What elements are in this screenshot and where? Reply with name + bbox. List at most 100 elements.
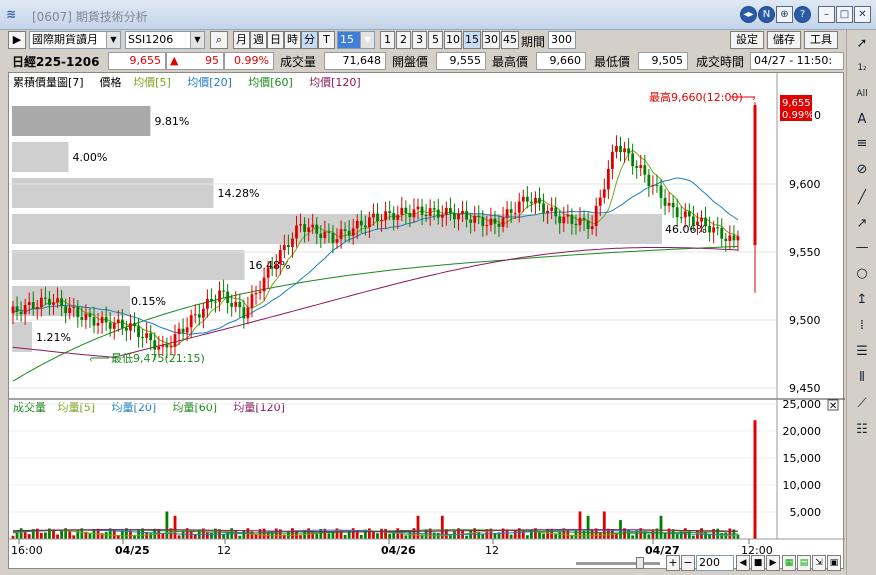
candle-body bbox=[461, 210, 464, 214]
pin-icon[interactable]: ↥ bbox=[851, 290, 873, 310]
bars-icon[interactable]: ⦀ bbox=[851, 368, 873, 388]
volume-profile-bar bbox=[12, 142, 69, 172]
link-icon[interactable]: ⊕ bbox=[776, 6, 793, 23]
multiplier-2-button[interactable]: 2 bbox=[396, 31, 411, 49]
candle-body bbox=[181, 328, 185, 333]
volume-profile-label: 46.06% bbox=[665, 223, 707, 236]
period-hour-button[interactable]: 時 bbox=[284, 31, 301, 49]
multiplier-10-button[interactable]: 10 bbox=[444, 31, 462, 49]
zoom-input[interactable]: 200 bbox=[696, 555, 734, 571]
volume-bar bbox=[19, 528, 23, 539]
volume-bar bbox=[210, 532, 213, 539]
period-day-button[interactable]: 日 bbox=[267, 31, 284, 49]
all-tool-icon[interactable]: All bbox=[851, 84, 873, 104]
cursor-icon[interactable]: ➚ bbox=[851, 34, 873, 54]
chevron-down-icon: ▼ bbox=[106, 32, 120, 48]
candle-body bbox=[708, 226, 711, 233]
exchange-select[interactable]: 國際期貨讀月 ▼ bbox=[29, 31, 121, 49]
scroll-track[interactable] bbox=[576, 562, 660, 565]
candle-body bbox=[525, 196, 529, 202]
list-icon[interactable]: ☷ bbox=[851, 420, 873, 440]
prev-next-icon[interactable]: ◂▸ bbox=[740, 6, 757, 23]
period-tick-button[interactable]: T bbox=[318, 31, 335, 49]
volume-bar bbox=[291, 528, 294, 539]
line-tool-icon[interactable]: ╱ bbox=[851, 188, 873, 208]
candle-body bbox=[92, 317, 96, 326]
candle-body bbox=[517, 201, 521, 213]
tools-button[interactable]: 工具 bbox=[804, 31, 838, 49]
candle-body bbox=[440, 214, 444, 218]
square-icon[interactable]: ■ bbox=[751, 555, 765, 571]
ray-tool-icon[interactable]: ↗ bbox=[851, 214, 873, 234]
candle-body bbox=[530, 201, 533, 204]
help-icon[interactable]: ? bbox=[794, 6, 811, 23]
volume-bar bbox=[663, 532, 667, 539]
volume-bars bbox=[11, 420, 757, 539]
layout-icon[interactable]: ▤ bbox=[797, 555, 811, 571]
volume-bar bbox=[704, 531, 707, 539]
candle-body bbox=[84, 313, 88, 320]
zoom-out-icon[interactable]: − bbox=[681, 555, 695, 571]
scroll-thumb[interactable] bbox=[636, 557, 644, 569]
paint-icon[interactable]: ⊘ bbox=[851, 160, 873, 180]
levels-icon[interactable]: ☰ bbox=[851, 342, 873, 362]
period-week-button[interactable]: 週 bbox=[250, 31, 267, 49]
symbol-input[interactable]: SSI1206 ▼ bbox=[125, 31, 205, 49]
scroll-left-icon[interactable]: ◀ bbox=[736, 555, 750, 571]
maximize-icon[interactable]: □ bbox=[836, 6, 853, 23]
news-icon[interactable]: N bbox=[758, 6, 775, 23]
picture-icon[interactable]: ▣ bbox=[827, 555, 841, 571]
export-icon[interactable]: ⇲ bbox=[812, 555, 826, 571]
candle-body bbox=[153, 340, 157, 350]
period-month-button[interactable]: 月 bbox=[233, 31, 250, 49]
volume-bar bbox=[404, 535, 408, 539]
volume-bar bbox=[753, 420, 757, 539]
close-icon[interactable]: ✕ bbox=[854, 6, 871, 23]
candle-body bbox=[574, 223, 578, 226]
fan-icon[interactable]: ⟋ bbox=[851, 394, 873, 414]
candle-body bbox=[339, 229, 343, 240]
candle-body bbox=[173, 334, 177, 347]
grid-icon[interactable]: ▦ bbox=[782, 555, 796, 571]
candle-body bbox=[68, 307, 72, 314]
period-minute-button[interactable]: 分 bbox=[301, 31, 318, 49]
search-icon[interactable]: ⌕ bbox=[210, 31, 228, 49]
multiplier-5-button[interactable]: 5 bbox=[428, 31, 443, 49]
multiplier-1-button[interactable]: 1 bbox=[380, 31, 395, 49]
hlines-icon[interactable]: ≡ bbox=[851, 134, 873, 154]
candle-body bbox=[258, 291, 262, 293]
minimize-icon[interactable]: – bbox=[818, 6, 835, 23]
scroll-right-icon[interactable]: ▶ bbox=[766, 555, 780, 571]
circle-tool-icon[interactable]: ○ bbox=[851, 264, 873, 284]
candle-body bbox=[412, 209, 416, 218]
candle-body bbox=[659, 185, 663, 198]
candle-body bbox=[639, 165, 643, 168]
save-button[interactable]: 儲存 bbox=[767, 31, 801, 49]
candle-body bbox=[343, 229, 347, 231]
candle-body bbox=[165, 344, 169, 348]
volume-bar bbox=[72, 535, 76, 539]
period-input[interactable]: 300 bbox=[548, 31, 576, 49]
multiplier-45-button[interactable]: 45 bbox=[501, 31, 519, 49]
fib-icon[interactable]: ⁞ bbox=[851, 316, 873, 336]
price-tool-icon[interactable]: 1₂ bbox=[851, 58, 873, 78]
horizontal-line-icon[interactable]: — bbox=[851, 238, 873, 258]
play-button[interactable]: ▶ bbox=[8, 31, 26, 49]
settings-button[interactable]: 設定 bbox=[730, 31, 764, 49]
text-tool-icon[interactable]: A bbox=[851, 110, 873, 130]
candle-body bbox=[368, 217, 371, 228]
zoom-in-icon[interactable]: + bbox=[666, 555, 680, 571]
last-pct-tag-value: 0.99% bbox=[782, 110, 814, 121]
candle-body bbox=[315, 224, 319, 234]
candle-body bbox=[278, 250, 282, 265]
high-label: 最高價 bbox=[492, 55, 529, 69]
chart-area[interactable]: 累積價量圖[7] 價格 均價[5] 均價[20] 均價[60] 均價[120] 成交量 均量… bbox=[8, 72, 845, 569]
price-y-tick: 9,600 bbox=[789, 178, 821, 191]
volume-value: 71,648 bbox=[324, 52, 386, 70]
interval-select[interactable]: 15 ▼ bbox=[337, 31, 375, 49]
multiplier-3-button[interactable]: 3 bbox=[412, 31, 427, 49]
low-annotation: 最低9,475(21:15) bbox=[111, 352, 205, 365]
candle-body bbox=[157, 346, 161, 350]
multiplier-15-button[interactable]: 15 bbox=[463, 31, 481, 49]
multiplier-30-button[interactable]: 30 bbox=[482, 31, 500, 49]
